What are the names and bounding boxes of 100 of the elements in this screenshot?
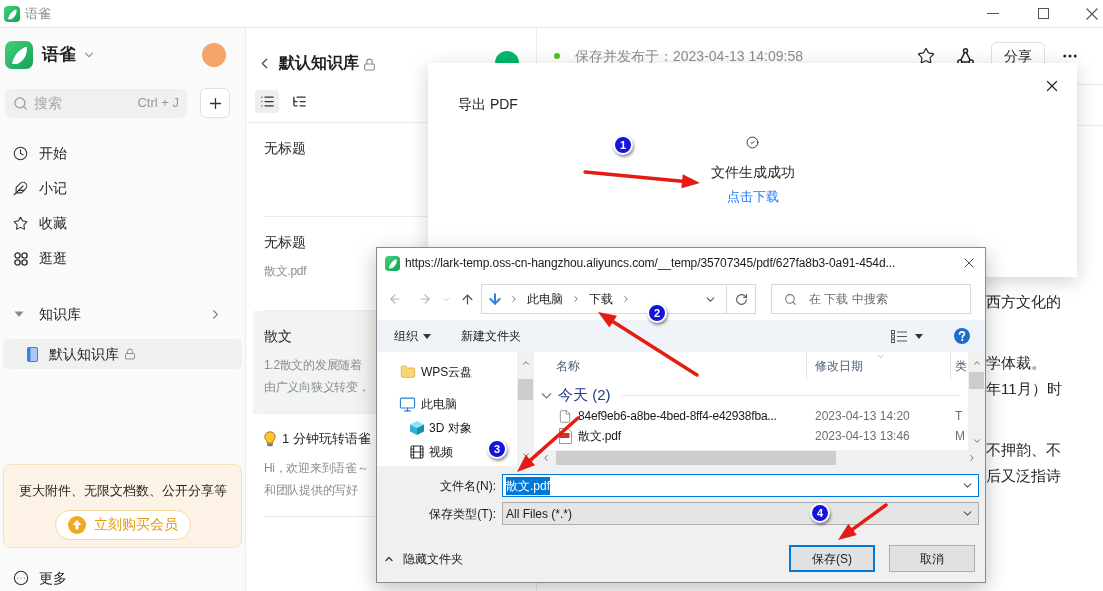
column-header[interactable]: 修改日期 xyxy=(807,352,951,380)
doc-excerpt: 由广义向狭义转变， xyxy=(264,379,370,396)
upload-icon xyxy=(67,515,86,534)
film-icon xyxy=(409,444,425,460)
doc-excerpt: 1.2散文的发展随着 xyxy=(264,357,362,374)
maximize-icon xyxy=(1037,8,1049,19)
filename-field[interactable]: 散文.pdf xyxy=(502,474,979,497)
filename-value: 散文.pdf xyxy=(506,476,550,495)
doc-excerpt: 散文.pdf xyxy=(264,263,307,280)
doc-excerpt: 和团队提供的写好 xyxy=(264,482,358,499)
check-circle-icon xyxy=(746,136,759,149)
scrollbar-thumb[interactable] xyxy=(556,451,836,465)
download-arrow-icon xyxy=(487,291,503,307)
dialog-title: 导出 PDF xyxy=(458,95,518,113)
group-header[interactable]: 今天 (2) xyxy=(535,384,968,406)
search-placeholder: 搜索 xyxy=(34,93,62,113)
scroll-down-icon[interactable] xyxy=(971,436,982,446)
book-icon xyxy=(27,346,38,362)
window-title: 语雀 xyxy=(25,4,51,23)
nav-item[interactable]: 小记 xyxy=(0,171,245,206)
download-link[interactable]: 点击下载 xyxy=(726,188,779,206)
dialog-button[interactable]: 取消 xyxy=(889,545,975,572)
brand-name: 语雀 xyxy=(42,44,76,67)
help-icon[interactable] xyxy=(954,328,970,344)
logo-icon xyxy=(5,41,33,69)
success-message: 文件生成成功 xyxy=(710,163,795,182)
lightbulb-icon xyxy=(264,431,276,447)
close-icon xyxy=(1086,7,1098,20)
clock-icon xyxy=(13,146,28,161)
search-icon xyxy=(13,95,28,111)
document-text: 西方文化的 xyxy=(986,292,1061,312)
shortcut-hint: Ctrl + J xyxy=(137,94,179,113)
library-title: 默认知识库 xyxy=(279,53,359,73)
chevron-icon xyxy=(621,294,631,304)
organize-button[interactable]: 组织 xyxy=(394,327,431,345)
document-text: 年11月）时 xyxy=(986,379,1062,399)
file-date: 2023-04-13 14:20 xyxy=(814,408,911,425)
nav-item[interactable]: 开始 xyxy=(0,136,245,171)
up-icon[interactable] xyxy=(460,291,475,307)
save-status: 保存并发布于：2023-04-13 14:09:58 xyxy=(575,46,803,66)
view-toggle[interactable] xyxy=(255,90,279,113)
pointer-arrow xyxy=(838,503,888,540)
folder-icon xyxy=(399,364,416,380)
file-name: 散文.pdf xyxy=(578,428,621,445)
file-date: 2023-04-13 13:46 xyxy=(814,428,911,445)
caret-icon[interactable] xyxy=(915,333,923,339)
file-icon xyxy=(558,408,572,424)
breadcrumb-item[interactable]: 下载 xyxy=(587,290,615,308)
book-item[interactable]: 默认知识库 xyxy=(3,339,242,369)
search-icon xyxy=(784,292,797,306)
cube-icon xyxy=(409,420,425,436)
doc-title: 无标题 xyxy=(264,138,306,158)
dialog-button[interactable]: 保存(S) xyxy=(789,545,875,572)
grid-icon xyxy=(13,251,28,266)
promo-text: 更大附件、无限文档数、公开分享等 xyxy=(18,482,227,500)
scrollbar-thumb[interactable] xyxy=(969,372,984,389)
doc-excerpt: Hi，欢迎来到语雀～ xyxy=(264,460,369,477)
doc-title: 无标题 xyxy=(264,232,306,252)
scroll-left-icon[interactable] xyxy=(541,453,551,463)
file-name: 84ef9eb6-a8be-4bed-8ff4-e42938fba... xyxy=(578,408,777,425)
list-icon xyxy=(259,94,275,109)
nav-item[interactable]: 收藏 xyxy=(0,206,245,241)
search-field[interactable]: 在 下载 中搜索 xyxy=(771,284,971,314)
details-view-icon[interactable] xyxy=(891,329,907,343)
book-title: 默认知识库 xyxy=(49,344,119,364)
file-row[interactable]: 84ef9eb6-a8be-4bed-8ff4-e42938fba... 2023-04-13 14:20 T xyxy=(535,406,968,426)
document-text: 后又泛指诗 xyxy=(986,466,1061,486)
breadcrumb-item[interactable]: 此电脑 xyxy=(525,290,565,308)
column-header[interactable]: 名称 xyxy=(535,352,807,380)
field-label: 保存类型(T): xyxy=(428,505,496,523)
column-header[interactable]: 类 xyxy=(951,352,968,380)
avatar xyxy=(202,43,226,67)
hide-folders-toggle[interactable]: 隐藏文件夹 xyxy=(383,549,463,568)
file-row[interactable]: 散文.pdf 2023-04-13 13:46 M xyxy=(535,426,968,446)
field-label: 文件名(N): xyxy=(439,477,496,495)
more-item[interactable]: 更多 xyxy=(0,565,245,591)
new-folder-button[interactable]: 新建文件夹 xyxy=(461,327,521,345)
refresh-button[interactable] xyxy=(727,284,756,314)
minimize-icon xyxy=(987,13,999,14)
document-text: 不押韵、不 xyxy=(986,440,1061,460)
star-icon[interactable] xyxy=(917,47,935,65)
star-icon xyxy=(13,216,28,231)
search-placeholder: 在 下载 中搜索 xyxy=(809,291,888,308)
section-title: 知识库 xyxy=(39,304,81,324)
monitor-icon xyxy=(399,395,416,413)
scrollbar-thumb[interactable] xyxy=(518,379,533,400)
logo-icon xyxy=(385,255,400,271)
document-text: 学体裁。 xyxy=(986,353,1046,373)
chevron-icon xyxy=(571,294,581,304)
nav-item[interactable]: 逛逛 xyxy=(0,241,245,276)
scroll-up-icon[interactable] xyxy=(971,358,982,368)
scroll-right-icon[interactable] xyxy=(967,453,977,463)
feather-icon xyxy=(13,181,28,196)
file-type: T xyxy=(954,408,963,425)
sort-icon xyxy=(876,352,885,361)
logo-icon xyxy=(4,5,20,22)
new-button[interactable] xyxy=(200,88,230,118)
file-type: M xyxy=(954,428,965,445)
chevron-icon xyxy=(509,294,519,304)
scroll-up-icon[interactable] xyxy=(520,358,531,368)
